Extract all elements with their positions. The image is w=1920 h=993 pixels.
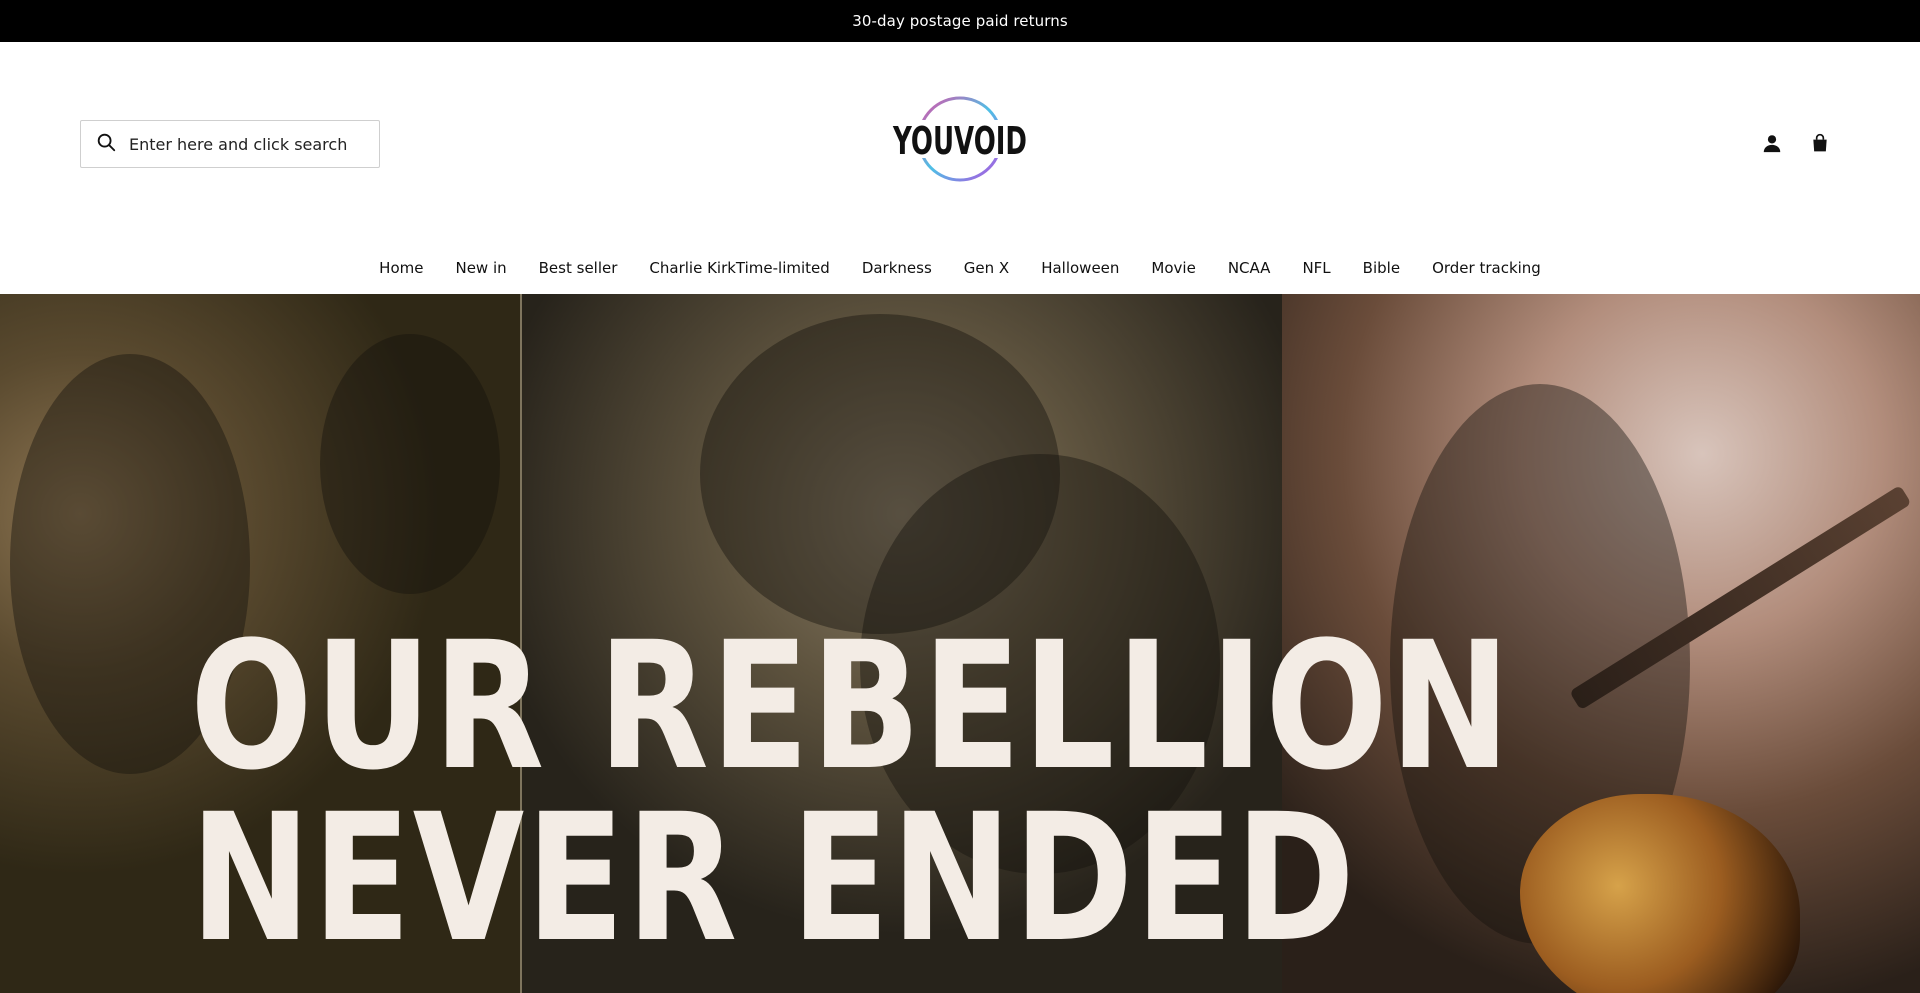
nav-item-charlie-kirk-time-limited[interactable]: Charlie KirkTime-limited	[649, 259, 829, 277]
nav-item-ncaa[interactable]: NCAA	[1228, 259, 1271, 277]
nav-item-halloween[interactable]: Halloween	[1041, 259, 1119, 277]
hero-title: OUR REBELLION NEVER ENDED	[190, 604, 1512, 982]
search-input[interactable]	[129, 134, 359, 154]
search-icon[interactable]	[95, 131, 117, 157]
hero-title-line-1: OUR REBELLION	[190, 604, 1512, 809]
nav-item-order-tracking[interactable]: Order tracking	[1432, 259, 1541, 277]
announcement-bar: 30-day postage paid returns	[0, 0, 1920, 42]
cart-icon[interactable]	[1807, 130, 1833, 156]
nav-item-home[interactable]: Home	[379, 259, 423, 277]
site-header: YOUVOID Home New in Best seller Charlie …	[0, 42, 1920, 294]
nav-item-nfl[interactable]: NFL	[1302, 259, 1330, 277]
account-icon[interactable]	[1759, 130, 1785, 156]
nav-item-darkness[interactable]: Darkness	[862, 259, 932, 277]
svg-text:YOUVOID: YOUVOID	[892, 119, 1027, 163]
nav-item-bible[interactable]: Bible	[1363, 259, 1400, 277]
main-nav: Home New in Best seller Charlie KirkTime…	[0, 252, 1920, 284]
nav-item-new-in[interactable]: New in	[455, 259, 506, 277]
search-box[interactable]	[80, 120, 380, 168]
nav-item-best-seller[interactable]: Best seller	[539, 259, 618, 277]
nav-item-movie[interactable]: Movie	[1151, 259, 1195, 277]
announcement-text: 30-day postage paid returns	[852, 12, 1068, 30]
hero-banner[interactable]: OUR REBELLION NEVER ENDED	[0, 294, 1920, 993]
hero-title-line-2: NEVER ENDED	[190, 776, 1357, 982]
nav-item-gen-x[interactable]: Gen X	[964, 259, 1009, 277]
hero-person-silhouette	[320, 334, 500, 594]
youvoid-logo[interactable]: YOUVOID	[890, 92, 1030, 186]
